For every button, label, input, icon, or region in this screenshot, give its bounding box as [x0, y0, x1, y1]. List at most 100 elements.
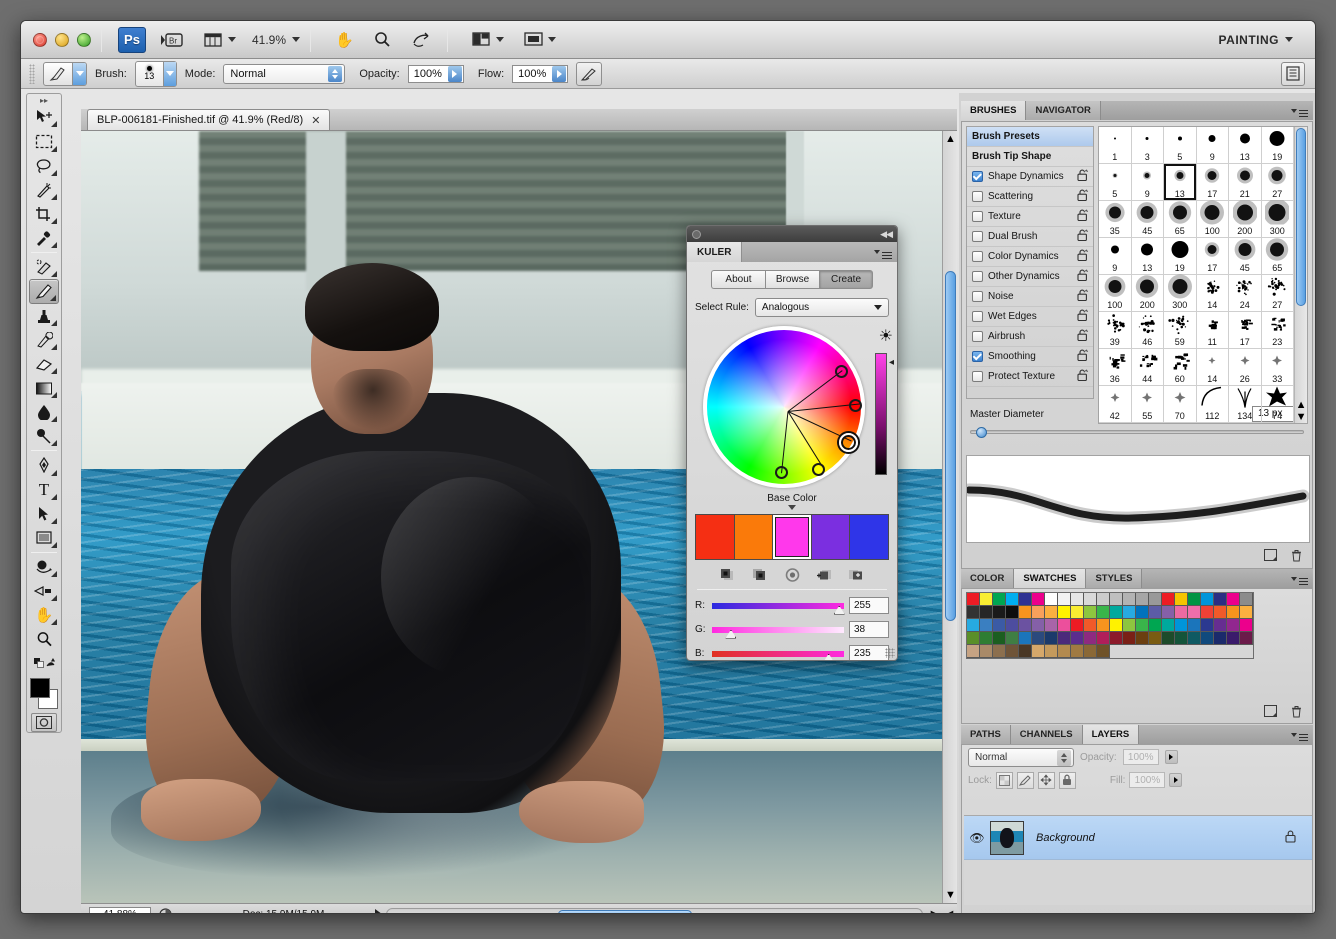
opacity-slider-arrow-icon[interactable] — [448, 66, 462, 82]
brightness-handle-icon[interactable]: ◂ — [889, 357, 894, 368]
brush-option-row[interactable]: Shape Dynamics — [967, 167, 1093, 187]
vertical-scroll-thumb[interactable] — [945, 271, 956, 621]
master-diameter-slider[interactable] — [970, 426, 1304, 438]
zoom-level-label[interactable]: 41.9% — [252, 33, 286, 47]
layer-visibility-icon[interactable]: 👁 — [964, 831, 990, 845]
brightness-slider[interactable] — [875, 353, 887, 475]
brush-options-list[interactable]: Brush Presets Brush Tip Shape Shape Dynami… — [966, 126, 1094, 399]
tool-blur[interactable] — [29, 400, 59, 424]
scroll-down-icon[interactable]: ▼ — [945, 889, 956, 901]
master-diameter-knob[interactable] — [976, 427, 987, 438]
color-swatch[interactable] — [1097, 645, 1110, 658]
brush-option-row[interactable]: Dual Brush — [967, 227, 1093, 247]
brush-preset-cell[interactable]: 27 — [1262, 164, 1295, 201]
color-swatch[interactable] — [1071, 645, 1084, 658]
lock-icon[interactable] — [1077, 249, 1088, 264]
color-swatch[interactable] — [1123, 632, 1136, 645]
brush-scroll-thumb[interactable] — [1296, 128, 1306, 306]
color-swatch[interactable] — [1058, 632, 1071, 645]
tool-brush[interactable] — [29, 279, 59, 303]
layers-list[interactable]: 👁 Background — [964, 815, 1312, 905]
minimize-window-button[interactable] — [55, 33, 69, 47]
color-swatch[interactable] — [1045, 593, 1058, 606]
tool-orbit-3d[interactable] — [29, 579, 59, 603]
color-swatch[interactable] — [1240, 619, 1253, 632]
brush-option-row[interactable]: Texture — [967, 207, 1093, 227]
color-swatch[interactable] — [1019, 606, 1032, 619]
tool-lasso[interactable] — [29, 154, 59, 178]
brush-preset-cell[interactable]: 14 — [1197, 275, 1230, 312]
color-swatch[interactable] — [1214, 632, 1227, 645]
color-swatch[interactable] — [1188, 593, 1201, 606]
color-swatch[interactable] — [967, 645, 980, 658]
tool-type[interactable]: T — [29, 478, 59, 502]
lock-icon[interactable] — [1077, 349, 1088, 364]
workspace-switcher[interactable]: PAINTING — [1211, 28, 1301, 52]
brush-preset-cell[interactable]: 112 — [1197, 386, 1230, 423]
brush-preset-grid[interactable]: 1 3 5 9 13 19 5 9 13 17 21 27 35 45 65 100 200 300 9 13 19 17… — [1098, 126, 1308, 424]
brush-option-row[interactable]: Brush Tip Shape — [967, 147, 1093, 167]
toggle-panels-button[interactable] — [1281, 62, 1305, 86]
color-swatch[interactable] — [967, 593, 980, 606]
add-swatch-icon[interactable] — [815, 567, 833, 582]
proof-colors-icon[interactable] — [154, 906, 176, 914]
brush-preset-cell[interactable]: 74 — [1262, 386, 1295, 423]
chevron-down-icon[interactable] — [163, 62, 176, 86]
color-swatch[interactable] — [967, 632, 980, 645]
panel-menu-icon[interactable] — [874, 250, 892, 254]
tab-layers[interactable]: LAYERS — [1083, 725, 1140, 744]
brush-preset-cell[interactable]: 1 — [1099, 127, 1132, 164]
layer-name[interactable]: Background — [1036, 832, 1095, 844]
r-slider[interactable] — [712, 602, 844, 610]
canvas-horizontal-scrollbar[interactable] — [386, 908, 923, 915]
brush-option-row[interactable]: Airbrush — [967, 327, 1093, 347]
swatch-grid[interactable] — [966, 592, 1254, 659]
collapse-icon[interactable]: ◀◀ — [880, 229, 892, 240]
color-swatch[interactable] — [1032, 606, 1045, 619]
opacity-slider-arrow-icon[interactable] — [1165, 750, 1178, 764]
brush-preset-cell[interactable]: 45 — [1132, 201, 1165, 238]
color-swatch[interactable] — [1019, 645, 1032, 658]
options-bar-grip[interactable] — [29, 64, 35, 84]
brush-preset-cell[interactable]: 14 — [1197, 349, 1230, 386]
brush-preset-cell[interactable]: 65 — [1262, 238, 1295, 275]
kuler-swatch-1[interactable] — [696, 515, 735, 559]
tool-zoom[interactable] — [29, 627, 59, 651]
tab-swatches[interactable]: SWATCHES — [1014, 569, 1086, 588]
color-swatch[interactable] — [1084, 632, 1097, 645]
delete-brush-icon[interactable] — [1288, 548, 1304, 562]
color-swatch[interactable] — [1214, 619, 1227, 632]
color-swatch[interactable] — [1162, 593, 1175, 606]
lock-icon[interactable] — [1077, 269, 1088, 284]
color-swatch[interactable] — [1136, 619, 1149, 632]
color-swatch[interactable] — [1058, 619, 1071, 632]
brush-preset-cell[interactable]: 13 — [1229, 127, 1262, 164]
hand-tool-button[interactable]: ✋ — [329, 27, 360, 53]
color-swatch[interactable] — [1110, 632, 1123, 645]
tool-move[interactable] — [29, 105, 59, 129]
brush-option-row[interactable]: Protect Texture — [967, 367, 1093, 387]
wheel-node-4[interactable] — [812, 463, 825, 476]
view-extras-button[interactable] — [198, 27, 242, 53]
airbrush-toggle-button[interactable] — [576, 62, 602, 86]
panel-menu-icon[interactable] — [1291, 733, 1308, 737]
blend-mode-select[interactable]: Normal — [223, 64, 345, 84]
brush-preset-cell[interactable]: 55 — [1132, 386, 1165, 423]
layer-thumbnail[interactable] — [990, 821, 1024, 855]
wheel-node-2[interactable] — [849, 399, 862, 412]
color-swatch[interactable] — [1045, 619, 1058, 632]
color-swatch[interactable] — [1032, 645, 1045, 658]
checkbox-icon[interactable] — [972, 331, 983, 342]
color-swatch[interactable] — [1019, 619, 1032, 632]
horizontal-scroll-thumb[interactable] — [558, 910, 692, 915]
color-swatch[interactable] — [993, 593, 1006, 606]
panel-menu-icon[interactable] — [1291, 109, 1308, 113]
brush-preset-cell[interactable]: 100 — [1099, 275, 1132, 312]
kuler-swatch-4[interactable] — [812, 515, 851, 559]
screen-mode-button[interactable] — [518, 27, 562, 53]
tool-marquee[interactable] — [29, 129, 59, 153]
lock-all-icon[interactable] — [1059, 772, 1076, 789]
tool-dodge[interactable] — [29, 424, 59, 448]
stepper-icon[interactable] — [1057, 750, 1071, 766]
tool-clone-stamp[interactable] — [29, 304, 59, 328]
